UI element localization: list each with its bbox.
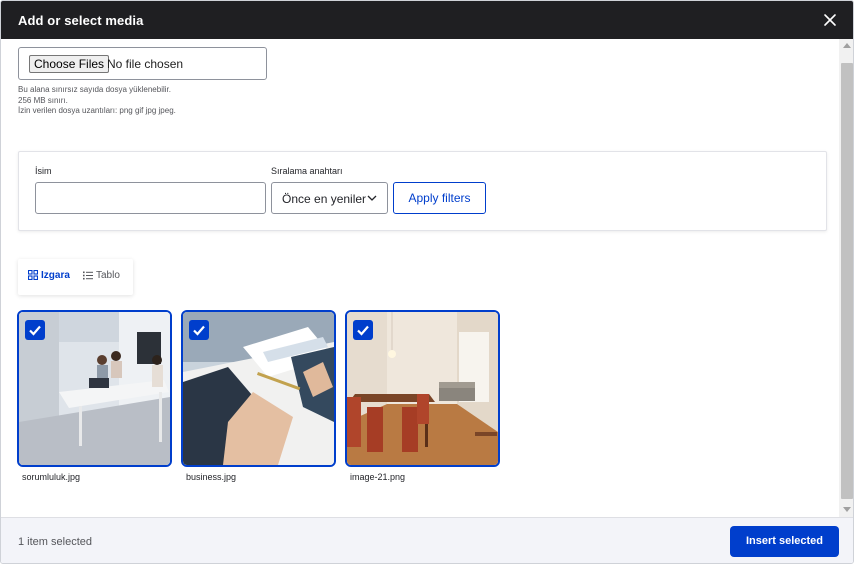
grid-icon [27, 269, 39, 281]
media-filename: business.jpg [186, 472, 237, 482]
grid-view-label: Izgara [41, 270, 70, 281]
help-line: İzin verilen dosya uzantıları: png gif j… [18, 106, 176, 116]
close-icon[interactable] [823, 13, 837, 27]
file-upload-field: Choose Files No file chosen [18, 47, 267, 80]
checkbox-checked[interactable] [353, 320, 373, 340]
table-view-tab[interactable]: Tablo [83, 270, 120, 281]
dialog-footer: 1 item selected Insert selected [1, 517, 853, 563]
grid-view-tab[interactable]: Izgara [27, 269, 70, 281]
sort-select[interactable]: Önce en yeniler [271, 182, 388, 214]
filters-panel: İsim Sıralama anahtarı Önce en yeniler A… [18, 151, 827, 231]
list-icon [83, 271, 93, 280]
name-filter-label: İsim [35, 166, 52, 176]
media-dialog: Add or select media Choose Files No file… [0, 0, 854, 564]
upload-help-text: Bu alana sınırsız sayıda dosya yüklenebi… [18, 85, 176, 117]
scroll-down-arrow-icon[interactable] [843, 507, 851, 512]
file-status: No file chosen [107, 57, 184, 71]
scrollbar-thumb[interactable] [841, 63, 853, 499]
view-toggle: Izgara Tablo [18, 259, 133, 295]
chevron-down-icon [367, 195, 377, 201]
checkbox-checked[interactable] [25, 320, 45, 340]
help-line: Bu alana sınırsız sayıda dosya yüklenebi… [18, 85, 171, 94]
vertical-scrollbar[interactable] [839, 39, 853, 517]
choose-files-button[interactable]: Choose Files [29, 55, 110, 73]
checkbox-checked[interactable] [189, 320, 209, 340]
sort-select-value: Önce en yeniler [282, 192, 367, 206]
media-filename: sorumluluk.jpg [22, 472, 81, 482]
check-icon [29, 325, 41, 336]
sort-filter-label: Sıralama anahtarı [271, 166, 343, 176]
dialog-titlebar: Add or select media [1, 1, 853, 39]
apply-filters-button[interactable]: Apply filters [393, 182, 486, 214]
scroll-up-arrow-icon[interactable] [843, 43, 851, 48]
dialog-title: Add or select media [18, 13, 144, 28]
insert-selected-button[interactable]: Insert selected [730, 526, 839, 557]
name-filter-input[interactable] [35, 182, 266, 214]
table-view-label: Tablo [96, 270, 120, 281]
check-icon [357, 325, 369, 336]
check-icon [193, 325, 205, 336]
dialog-content: Choose Files No file chosen Bu alana sın… [1, 39, 839, 517]
media-filename: image-21.png [350, 472, 406, 482]
selected-count: 1 item selected [18, 536, 92, 548]
help-line: 256 MB sınırı. [18, 95, 68, 105]
